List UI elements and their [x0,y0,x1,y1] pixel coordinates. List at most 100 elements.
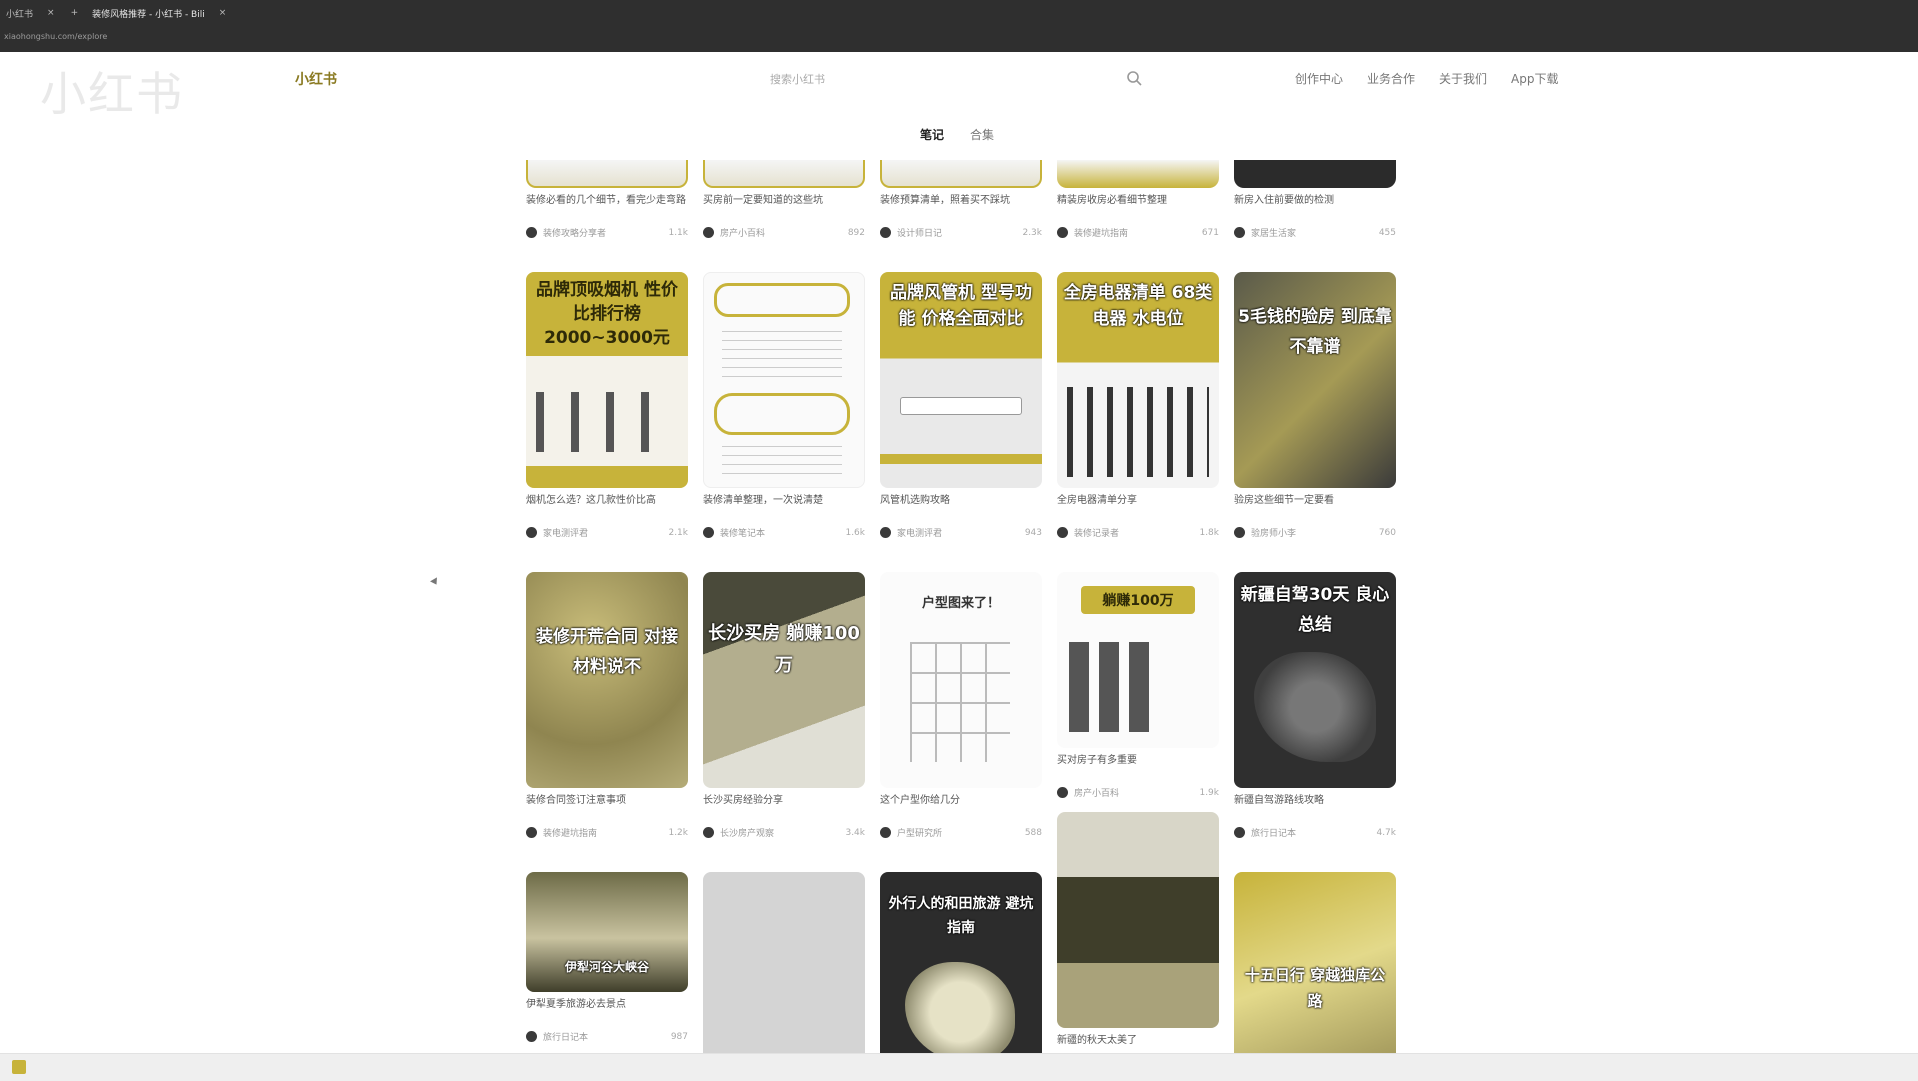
feed-card[interactable]: 装修开荒合同 对接材料说不 装修合同签订注意事项 装修避坑指南 1.2k [526,572,688,839]
card-caption[interactable]: 新疆自驾游路线攻略 [1234,794,1396,822]
feed-card[interactable]: 新疆的秋天太美了 [1057,812,1219,1055]
author-name[interactable]: 家居生活家 [1251,226,1379,239]
tab-notes[interactable]: 笔记 [920,126,944,143]
address-bar[interactable]: xiaohongshu.com/explore [4,32,107,41]
avatar[interactable] [526,827,537,838]
card-caption[interactable]: 装修预算清单，照着买不踩坑 [880,194,1042,222]
card-cover[interactable] [526,160,688,188]
author-name[interactable]: 家电测评君 [897,526,1025,539]
feed-card[interactable]: 装修预算清单，照着买不踩坑 设计师日记 2.3k [880,160,1042,239]
like-count[interactable]: 1.6k [845,528,865,538]
avatar[interactable] [1057,527,1068,538]
avatar[interactable] [1234,827,1245,838]
card-caption[interactable]: 长沙买房经验分享 [703,794,865,822]
browser-tab-active[interactable]: 装修风格推荐 - 小红书 - Bili [86,7,211,20]
card-cover[interactable]: 长沙买房 躺赚100万 [703,572,865,788]
author-name[interactable]: 装修避坑指南 [543,826,668,839]
nav-creator-center[interactable]: 创作中心 [1295,70,1343,87]
card-cover[interactable]: 外行人的和田旅游 避坑指南 [880,872,1042,1055]
feed-card[interactable]: 新疆自驾30天 良心总结 新疆自驾游路线攻略 旅行日记本 4.7k [1234,572,1396,839]
card-cover[interactable] [1057,160,1219,188]
like-count[interactable]: 3.4k [845,828,865,838]
card-cover[interactable]: 全房电器清单 68类电器 水电位 [1057,272,1219,488]
like-count[interactable]: 1.2k [668,828,688,838]
card-caption[interactable]: 风管机选购攻略 [880,494,1042,522]
card-caption[interactable]: 全房电器清单分享 [1057,494,1219,522]
search-icon[interactable] [1124,68,1144,88]
author-name[interactable]: 装修笔记本 [720,526,845,539]
avatar[interactable] [526,1031,537,1042]
card-cover[interactable] [703,160,865,188]
like-count[interactable]: 987 [671,1032,688,1042]
nav-business[interactable]: 业务合作 [1367,70,1415,87]
feed-card[interactable]: 伊犁河谷大峡谷 伊犁夏季旅游必去景点 旅行日记本 987 [526,872,688,1043]
card-caption[interactable]: 装修清单整理，一次说清楚 [703,494,865,522]
feed-card[interactable]: 装修清单整理，一次说清楚 装修笔记本 1.6k [703,272,865,539]
card-cover[interactable]: 十五日行 穿越独库公路 [1234,872,1396,1055]
card-cover[interactable]: 品牌顶吸烟机 性价比排行榜 2000~3000元 [526,272,688,488]
card-caption[interactable]: 伊犁夏季旅游必去景点 [526,998,688,1026]
author-name[interactable]: 房产小百科 [720,226,848,239]
card-caption[interactable]: 买对房子有多重要 [1057,754,1219,782]
nav-about[interactable]: 关于我们 [1439,70,1487,87]
like-count[interactable]: 2.3k [1022,228,1042,238]
avatar[interactable] [526,227,537,238]
author-name[interactable]: 房产小百科 [1074,786,1199,799]
author-name[interactable]: 户型研究所 [897,826,1025,839]
card-caption[interactable]: 装修合同签订注意事项 [526,794,688,822]
avatar[interactable] [880,227,891,238]
new-tab-button[interactable]: + [63,8,87,18]
feed-card[interactable]: 精装房收房必看细节整理 装修避坑指南 671 [1057,160,1219,239]
tab-close-button[interactable]: × [39,8,63,18]
card-cover[interactable]: 户型图来了！ [880,572,1042,788]
author-name[interactable]: 长沙房产观察 [720,826,845,839]
tab-collections[interactable]: 合集 [970,126,994,143]
like-count[interactable]: 943 [1025,528,1042,538]
feed-card[interactable]: 全房电器清单 68类电器 水电位 全房电器清单分享 装修记录者 1.8k [1057,272,1219,539]
card-caption[interactable]: 烟机怎么选？这几款性价比高 [526,494,688,522]
like-count[interactable]: 1.9k [1199,788,1219,798]
card-cover[interactable] [1057,812,1219,1028]
feed-card[interactable]: 躺赚100万 买对房子有多重要 房产小百科 1.9k [1057,572,1219,799]
author-name[interactable]: 家电测评君 [543,526,668,539]
card-cover[interactable]: 躺赚100万 [1057,572,1219,748]
avatar[interactable] [703,527,714,538]
card-caption[interactable]: 买房前一定要知道的这些坑 [703,194,865,222]
author-name[interactable]: 装修攻略分享者 [543,226,668,239]
feed-card[interactable]: 十五日行 穿越独库公路 [1234,872,1396,1055]
logo-text[interactable]: 小红书 [295,69,337,89]
file-icon[interactable] [12,1060,26,1074]
avatar[interactable] [1234,227,1245,238]
card-cover[interactable] [703,872,865,1055]
feed-card[interactable]: 外行人的和田旅游 避坑指南 [880,872,1042,1055]
feed-card[interactable]: 户型图来了！ 这个户型你给几分 户型研究所 588 [880,572,1042,839]
card-cover[interactable]: 5毛钱的验房 到底靠不靠谱 [1234,272,1396,488]
like-count[interactable]: 1.8k [1199,528,1219,538]
author-name[interactable]: 验房师小李 [1251,526,1379,539]
avatar[interactable] [880,827,891,838]
feed-card[interactable]: 5毛钱的验房 到底靠不靠谱 验房这些细节一定要看 验房师小李 760 [1234,272,1396,539]
avatar[interactable] [526,527,537,538]
card-cover[interactable] [703,272,865,488]
author-name[interactable]: 旅行日记本 [543,1030,671,1043]
feed-card[interactable]: 买房前一定要知道的这些坑 房产小百科 892 [703,160,865,239]
author-name[interactable]: 装修避坑指南 [1074,226,1202,239]
author-name[interactable]: 旅行日记本 [1251,826,1376,839]
avatar[interactable] [1234,527,1245,538]
card-cover[interactable] [1234,160,1396,188]
active-tab-close-button[interactable]: × [211,8,235,18]
like-count[interactable]: 760 [1379,528,1396,538]
feed-card[interactable] [703,872,865,1055]
avatar[interactable] [1057,787,1068,798]
card-caption[interactable]: 新疆的秋天太美了 [1057,1034,1219,1055]
card-caption[interactable]: 新房入住前要做的检测 [1234,194,1396,222]
card-cover[interactable] [880,160,1042,188]
card-cover[interactable]: 装修开荒合同 对接材料说不 [526,572,688,788]
nav-app-download[interactable]: App下载 [1511,70,1558,87]
search-input[interactable]: 搜索小红书 [760,66,1150,90]
author-name[interactable]: 设计师日记 [897,226,1022,239]
feed-card[interactable]: 长沙买房 躺赚100万 长沙买房经验分享 长沙房产观察 3.4k [703,572,865,839]
card-caption[interactable]: 精装房收房必看细节整理 [1057,194,1219,222]
card-cover[interactable]: 伊犁河谷大峡谷 [526,872,688,992]
avatar[interactable] [703,227,714,238]
